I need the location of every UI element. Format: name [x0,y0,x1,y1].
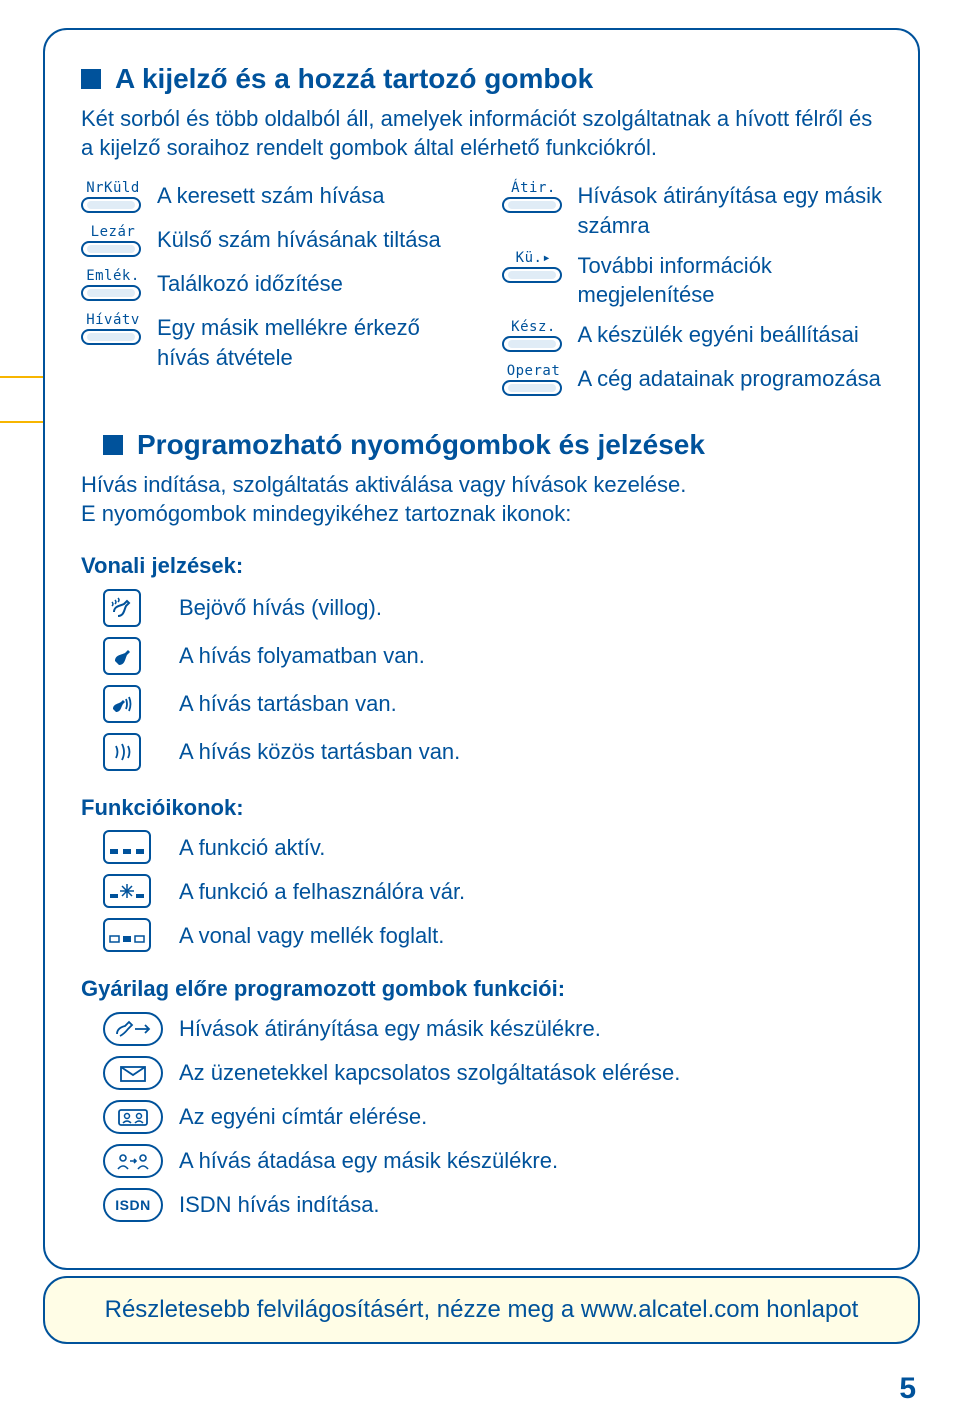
incoming-call-flash-icon [103,589,141,627]
softkey-icon: Lezár [81,225,145,259]
bullet-square-icon [103,435,123,455]
softkey-desc: Találkozó időzítése [157,269,462,299]
function-icon-item: A vonal vagy mellék foglalt. [103,918,882,952]
function-waiting-icon [103,874,151,908]
softkey-icon: Hívátv [81,313,145,347]
isdn-call-icon: ISDN [103,1188,163,1222]
softkey-item: Átir. Hívások átirányítása egy másik szá… [502,181,883,240]
call-shared-hold-icon [103,733,141,771]
preset-text: Az üzenetekkel kapcsolatos szolgáltatáso… [179,1058,680,1088]
footer-card: Részletesebb felvilágosításért, nézze me… [43,1276,920,1344]
softkey-tag: NrKüld [81,181,145,195]
section1-body: Két sorból és több oldalból áll, amelyek… [81,104,882,163]
softkey-desc: A keresett szám hívása [157,181,462,211]
function-busy-icon [103,918,151,952]
key-cap-icon [81,285,141,303]
softkey-icon: NrKüld [81,181,145,215]
isdn-label: ISDN [115,1196,150,1215]
softkey-item: Hívátv Egy másik mellékre érkező hívás á… [81,313,462,372]
preset-text: Az egyéni címtár elérése. [179,1102,427,1132]
softkey-tag: Átir. [502,181,566,195]
preset-item: Az üzenetekkel kapcsolatos szolgáltatáso… [103,1056,882,1090]
softkey-columns: NrKüld A keresett szám hívása Lezár Küls… [81,181,882,398]
key-cap-icon [502,380,562,398]
softkey-desc: A cég adatainak programozása [578,364,883,394]
page-number: 5 [899,1372,916,1406]
softkey-desc: Egy másik mellékre érkező hívás átvétele [157,313,462,372]
section2-body: Hívás indítása, szolgáltatás aktiválása … [81,470,882,529]
softkey-item: Operat A cég adatainak programozása [502,364,883,398]
preset-item: Hívások átirányítása egy másik készülékr… [103,1012,882,1046]
key-cap-icon [81,329,141,347]
softkey-icon: Átir. [502,181,566,215]
function-icon-item: A funkció aktív. [103,830,882,864]
line-signal-text: A hívás folyamatban van. [179,641,425,671]
preset-buttons-heading: Gyárilag előre programozott gombok funkc… [81,974,882,1004]
line-signals-heading: Vonali jelzések: [81,551,882,581]
message-services-icon [103,1056,163,1090]
section-title-row: A kijelző és a hozzá tartozó gombok [81,60,882,98]
preset-item: A hívás átadása egy másik készülékre. [103,1144,882,1178]
tab-connector [0,376,43,378]
softkey-col-left: NrKüld A keresett szám hívása Lezár Küls… [81,181,462,398]
preset-item: ISDN ISDN hívás indítása. [103,1188,882,1222]
line-signal-text: A hívás tartásban van. [179,689,397,719]
softkey-desc: További információk megjelenítése [578,251,883,310]
preset-text: ISDN hívás indítása. [179,1190,380,1220]
transfer-call-icon [103,1144,163,1178]
key-cap-icon [502,267,562,285]
line-signal-text: A hívás közös tartásban van. [179,737,460,767]
line-signal-item: A hívás folyamatban van. [103,637,882,675]
softkey-item: Kész. A készülék egyéni beállításai [502,320,883,354]
softkey-tag: Lezár [81,225,145,239]
softkey-desc: A készülék egyéni beállításai [578,320,883,350]
section2-title: Programozható nyomógombok és jelzések [137,426,705,464]
section2-title-row: Programozható nyomógombok és jelzések [103,426,882,464]
footer-text: Részletesebb felvilágosításért, nézze me… [105,1294,859,1326]
function-icon-text: A funkció aktív. [179,833,325,863]
function-icon-text: A vonal vagy mellék foglalt. [179,921,444,951]
key-cap-icon [502,197,562,215]
key-cap-icon [502,336,562,354]
bullet-square-icon [81,69,101,89]
softkey-icon: Kész. [502,320,566,354]
softkey-tag: Kész. [502,320,566,334]
call-in-progress-icon [103,637,141,675]
softkey-item: NrKüld A keresett szám hívása [81,181,462,215]
function-icon-item: A funkció a felhasználóra vár. [103,874,882,908]
softkey-icon: Kü.▸ [502,251,566,285]
preset-text: A hívás átadása egy másik készülékre. [179,1146,558,1176]
forward-calls-icon [103,1012,163,1046]
function-icons-heading: Funkcióikonok: [81,793,882,823]
softkey-tag: Emlék. [81,269,145,283]
preset-item: Az egyéni címtár elérése. [103,1100,882,1134]
softkey-icon: Emlék. [81,269,145,303]
section1-title: A kijelző és a hozzá tartozó gombok [115,60,593,98]
softkey-tag: Operat [502,364,566,378]
line-signal-item: Bejövő hívás (villog). [103,589,882,627]
softkey-col-right: Átir. Hívások átirányítása egy másik szá… [502,181,883,398]
key-cap-icon [81,241,141,259]
softkey-desc: Hívások átirányítása egy másik számra [578,181,883,240]
softkey-icon: Operat [502,364,566,398]
softkey-tag: Hívátv [81,313,145,327]
function-active-icon [103,830,151,864]
line-signal-item: A hívás tartásban van. [103,685,882,723]
softkey-item: Kü.▸ További információk megjelenítése [502,251,883,310]
softkey-item: Emlék. Találkozó időzítése [81,269,462,303]
softkey-tag: Kü.▸ [502,251,566,265]
preset-text: Hívások átirányítása egy másik készülékr… [179,1014,601,1044]
line-signal-text: Bejövő hívás (villog). [179,593,382,623]
call-on-hold-icon [103,685,141,723]
tab-connector [0,421,43,423]
softkey-item: Lezár Külső szám hívásának tiltása [81,225,462,259]
key-cap-icon [81,197,141,215]
function-icon-text: A funkció a felhasználóra vár. [179,877,465,907]
content-card: A kijelző és a hozzá tartozó gombok Két … [43,28,920,1270]
softkey-desc: Külső szám hívásának tiltása [157,225,462,255]
personal-directory-icon [103,1100,163,1134]
line-signal-item: A hívás közös tartásban van. [103,733,882,771]
